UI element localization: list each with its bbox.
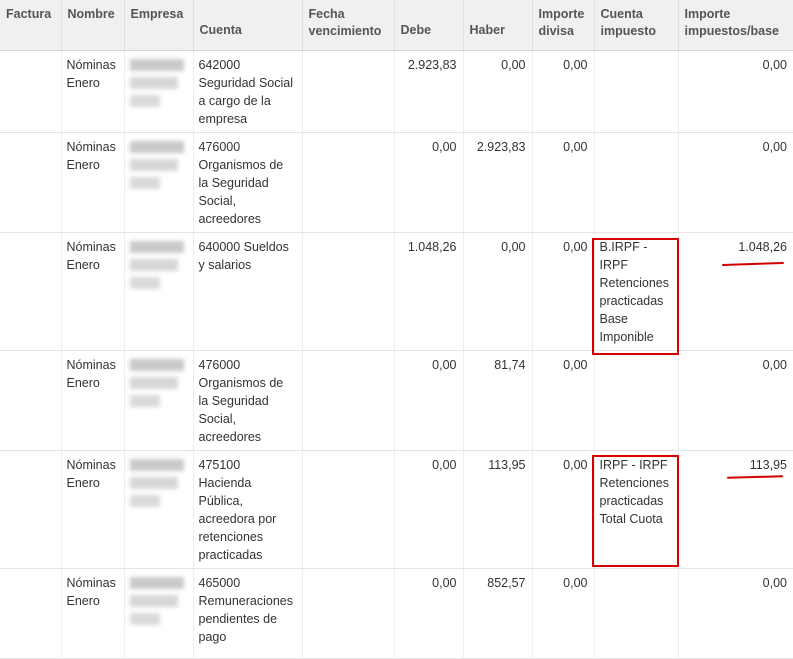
column-header-nombre[interactable]: Nombre [60, 0, 124, 51]
cell-cuenta-impuesto [593, 50, 678, 133]
cell-debe: 0,00 [393, 568, 463, 659]
redacted-company-name [129, 240, 184, 289]
cell-importe-divisa: 0,00 [531, 568, 594, 659]
cell-empresa [123, 568, 193, 659]
cell-cuenta: 476000 Organismos de la Seguridad Social… [192, 350, 302, 451]
journal-entries-table: Factura Nombre Empresa Cuenta Fecha venc… [0, 0, 793, 659]
cell-fecha-vencimiento [301, 132, 394, 233]
cell-cuenta-impuesto: IRPF - IRPF Retenciones practicadas Tota… [593, 450, 678, 569]
cell-factura [0, 450, 61, 569]
cell-haber: 113,95 [462, 450, 532, 569]
cell-nombre: Nóminas Enero [60, 232, 124, 351]
cell-fecha-vencimiento [301, 350, 394, 451]
table-body: Nóminas Enero 642000 Seguridad Social a … [0, 50, 793, 659]
table-row[interactable]: Nóminas Enero 642000 Seguridad Social a … [0, 50, 793, 133]
cell-cuenta: 475100 Hacienda Pública, acreedora por r… [192, 450, 302, 569]
cell-factura [0, 232, 61, 351]
table-header-row: Factura Nombre Empresa Cuenta Fecha venc… [0, 0, 793, 51]
cell-haber: 0,00 [462, 50, 532, 133]
cell-empresa [123, 232, 193, 351]
cell-nombre: Nóminas Enero [60, 350, 124, 451]
cell-factura [0, 132, 61, 233]
table-row[interactable]: Nóminas Enero 475100 Hacienda Pública, a… [0, 450, 793, 569]
table-row[interactable]: Nóminas Enero 476000 Organismos de la Se… [0, 132, 793, 233]
column-header-empresa[interactable]: Empresa [123, 0, 193, 51]
cell-debe: 1.048,26 [393, 232, 463, 351]
cell-importe-impuestos-base: 1.048,26 [677, 232, 793, 351]
cell-importe-impuestos-base: 0,00 [677, 132, 793, 233]
cell-cuenta-impuesto [593, 132, 678, 233]
redacted-company-name [129, 358, 184, 407]
cell-empresa [123, 50, 193, 133]
table-row[interactable]: Nóminas Enero 476000 Organismos de la Se… [0, 350, 793, 451]
cell-haber: 852,57 [462, 568, 532, 659]
cell-debe: 2.923,83 [393, 50, 463, 133]
cell-nombre: Nóminas Enero [60, 450, 124, 569]
cell-empresa [123, 450, 193, 569]
cell-factura [0, 350, 61, 451]
cell-importe-divisa: 0,00 [531, 50, 594, 133]
cell-cuenta: 642000 Seguridad Social a cargo de la em… [192, 50, 302, 133]
column-header-importe-divisa[interactable]: Importe divisa [531, 0, 594, 51]
cell-cuenta-impuesto [593, 568, 678, 659]
cell-cuenta: 476000 Organismos de la Seguridad Social… [192, 132, 302, 233]
column-header-importe-impuestos-base[interactable]: Importe impuestos/base [677, 0, 793, 51]
table-row[interactable]: Nóminas Enero 465000 Remuneraciones pend… [0, 568, 793, 659]
cell-importe-divisa: 0,00 [531, 132, 594, 233]
column-header-haber[interactable]: Haber [462, 0, 532, 51]
column-header-factura[interactable]: Factura [0, 0, 61, 51]
redacted-company-name [129, 458, 184, 507]
cell-fecha-vencimiento [301, 232, 394, 351]
column-header-debe[interactable]: Debe [393, 0, 463, 51]
cell-fecha-vencimiento [301, 50, 394, 133]
cell-cuenta: 640000 Sueldos y salarios [192, 232, 302, 351]
cell-haber: 2.923,83 [462, 132, 532, 233]
column-header-cuenta[interactable]: Cuenta [192, 0, 302, 51]
cell-cuenta: 465000 Remuneraciones pendientes de pago [192, 568, 302, 659]
cell-importe-impuestos-base: 0,00 [677, 350, 793, 451]
column-header-fecha-vencimiento[interactable]: Fecha vencimiento [301, 0, 394, 51]
cell-importe-impuestos-base: 0,00 [677, 568, 793, 659]
redacted-company-name [129, 58, 184, 107]
cell-cuenta-impuesto: B.IRPF - IRPF Retenciones practicadas Ba… [593, 232, 678, 351]
cell-nombre: Nóminas Enero [60, 132, 124, 233]
cell-nombre: Nóminas Enero [60, 568, 124, 659]
redacted-company-name [129, 140, 184, 189]
cell-fecha-vencimiento [301, 568, 394, 659]
cell-nombre: Nóminas Enero [60, 50, 124, 133]
cell-factura [0, 568, 61, 659]
cell-fecha-vencimiento [301, 450, 394, 569]
cell-empresa [123, 132, 193, 233]
cell-empresa [123, 350, 193, 451]
cell-debe: 0,00 [393, 450, 463, 569]
cell-importe-divisa: 0,00 [531, 232, 594, 351]
cell-importe-impuestos-base: 0,00 [677, 50, 793, 133]
cell-haber: 0,00 [462, 232, 532, 351]
column-header-cuenta-impuesto[interactable]: Cuenta impuesto [593, 0, 678, 51]
table-row[interactable]: Nóminas Enero 640000 Sueldos y salarios … [0, 232, 793, 351]
cell-importe-divisa: 0,00 [531, 350, 594, 451]
cell-factura [0, 50, 61, 133]
cell-importe-impuestos-base: 113,95 [677, 450, 793, 569]
cell-debe: 0,00 [393, 132, 463, 233]
cell-debe: 0,00 [393, 350, 463, 451]
cell-cuenta-impuesto [593, 350, 678, 451]
redacted-company-name [129, 576, 184, 625]
cell-importe-divisa: 0,00 [531, 450, 594, 569]
cell-haber: 81,74 [462, 350, 532, 451]
